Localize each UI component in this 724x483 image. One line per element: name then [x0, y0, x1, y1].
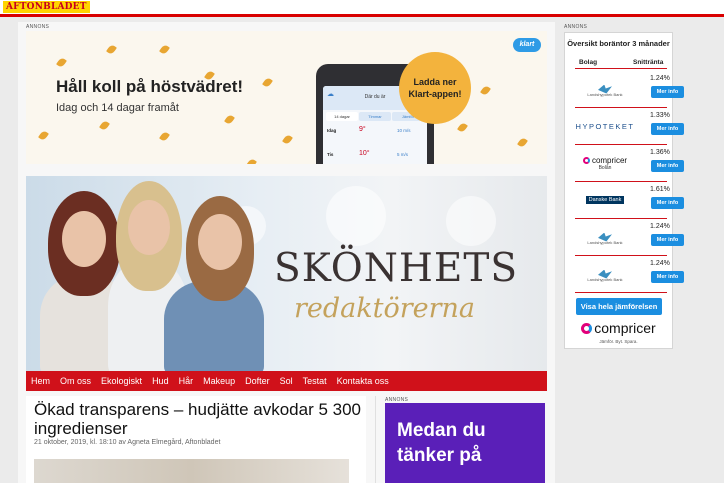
leaf-decoration: [56, 56, 67, 69]
weather-ad-banner[interactable]: Håll koll på höstvädret! Idag och 14 dag…: [26, 31, 547, 164]
rates-col-bank: Bolag: [579, 59, 598, 66]
leaf-decoration: [282, 133, 293, 146]
more-info-button[interactable]: Mer info: [651, 197, 684, 209]
purple-ad[interactable]: Medan du tänker på: [385, 403, 545, 483]
ad-label: ANNONS: [26, 24, 50, 30]
bubble-line: Klart-appen!: [408, 89, 462, 99]
compricer-footer-logo[interactable]: compricer: [565, 320, 672, 336]
phone-row-day: Idag: [327, 128, 337, 133]
rates-header-rule: [575, 68, 667, 69]
nav-item-ekologiskt[interactable]: Ekologiskt: [96, 371, 147, 391]
rate-value: 1.33%: [650, 112, 670, 119]
compricer-icon: [581, 323, 593, 334]
nav-item-hem[interactable]: Hem: [26, 371, 55, 391]
leaf-decoration: [517, 136, 528, 149]
bank-subtitle: Bolån: [598, 164, 612, 171]
bank-logo[interactable]: compricer Bolån: [575, 151, 635, 175]
woman-right-face: [198, 214, 242, 270]
hero-subtitle: redaktörerna: [294, 293, 476, 324]
rate-value: 1.36%: [650, 149, 670, 156]
hero-banner: SKÖNHETS redaktörerna: [26, 176, 547, 371]
bank-logo[interactable]: Danske Bank: [575, 190, 635, 210]
nav-item-har[interactable]: Hår: [174, 371, 199, 391]
nav-item-sol[interactable]: Sol: [275, 371, 298, 391]
klart-logo: klart: [513, 38, 541, 52]
leaf-decoration: [159, 43, 170, 56]
phone-row-temp: 9°: [359, 126, 366, 133]
leaf-decoration: [262, 76, 273, 89]
phone-row-wind: 5 m/s: [397, 152, 409, 157]
column-divider: [375, 396, 376, 483]
nav-item-kontakta-oss[interactable]: Kontakta oss: [332, 371, 394, 391]
leaf-decoration: [38, 129, 49, 142]
bank-logo[interactable]: HYPOTEKET: [575, 116, 635, 136]
purple-ad-line: tänker på: [397, 445, 482, 466]
rate-row: Danske Bank 1.61% Mer info: [575, 182, 684, 219]
compricer-wordmark: compricer: [582, 156, 627, 165]
mortgage-rates-widget: Översikt boräntor 3 månader Bolag Snittr…: [564, 32, 684, 349]
rate-row: Landshypotek Bank 1.24% Mer info: [575, 256, 684, 293]
section-nav: Hem Om oss Ekologiskt Hud Hår Makeup Dof…: [26, 371, 547, 391]
leaf-decoration: [224, 113, 235, 126]
nav-item-hud[interactable]: Hud: [147, 371, 174, 391]
article: Ökad transparens – hudjätte avkodar 5 30…: [26, 396, 366, 483]
rate-row: Landshypotek Bank 1.24% Mer info: [575, 71, 684, 108]
bubble-line: Ladda ner: [413, 77, 457, 87]
more-info-button[interactable]: Mer info: [651, 86, 684, 98]
woman-middle-face: [128, 200, 170, 255]
leaf-decoration: [246, 157, 257, 164]
article-title[interactable]: Ökad transparens – hudjätte avkodar 5 30…: [34, 400, 364, 438]
bank-name: Landshypotek Bank: [587, 92, 623, 97]
rate-value: 1.24%: [650, 75, 670, 82]
rate-row: compricer Bolån 1.36% Mer info: [575, 145, 684, 182]
phone-row-wind: 10 m/s: [397, 128, 411, 133]
rates-col-rate: Snittränta: [633, 59, 664, 66]
article-image: [34, 459, 349, 483]
hero-title: SKÖNHETS: [274, 246, 519, 291]
leaf-decoration: [480, 84, 491, 97]
compricer-icon: [582, 156, 590, 164]
phone-row-temp: 10°: [359, 150, 370, 157]
weather-ad-title: Håll koll på höstvädret!: [56, 77, 244, 96]
rate-value: 1.24%: [650, 223, 670, 230]
leaf-decoration: [159, 130, 170, 143]
show-full-comparison-button[interactable]: Visa hela jämförelsen: [576, 298, 662, 315]
nav-item-makeup[interactable]: Makeup: [198, 371, 240, 391]
more-info-button[interactable]: Mer info: [651, 271, 684, 283]
rate-value: 1.61%: [650, 186, 670, 193]
bank-name: Landshypotek Bank: [587, 240, 623, 245]
rate-value: 1.24%: [650, 260, 670, 267]
rate-row: Landshypotek Bank 1.24% Mer info: [575, 219, 684, 256]
phone-tab: Timmar: [359, 112, 391, 121]
danske-bank-logo: Danske Bank: [585, 196, 625, 204]
purple-ad-line: Medan du: [397, 420, 486, 441]
phone-row-day: Tis: [327, 152, 334, 157]
nav-item-om-oss[interactable]: Om oss: [55, 371, 96, 391]
rate-row: HYPOTEKET 1.33% Mer info: [575, 108, 684, 145]
weather-ad-subtitle: Idag och 14 dagar framåt: [56, 102, 179, 114]
top-red-rule: [0, 14, 724, 17]
rates-title: Översikt boräntor 3 månader: [567, 39, 670, 48]
more-info-button[interactable]: Mer info: [651, 234, 684, 246]
more-info-button[interactable]: Mer info: [651, 160, 684, 172]
nav-item-dofter[interactable]: Dofter: [240, 371, 275, 391]
more-info-button[interactable]: Mer info: [651, 123, 684, 135]
leaf-decoration: [106, 43, 117, 56]
nav-item-testat[interactable]: Testat: [298, 371, 332, 391]
phone-tab: 14 dagar: [326, 112, 358, 121]
leaf-decoration: [99, 119, 110, 132]
bokeh-light: [446, 196, 496, 246]
bokeh-light: [326, 186, 386, 246]
download-app-bubble[interactable]: Ladda ner Klart-appen!: [399, 52, 471, 124]
woman-left-face: [62, 211, 106, 267]
ad-label: ANNONS: [564, 24, 588, 30]
leaf-decoration: [457, 121, 468, 134]
aftonbladet-logo[interactable]: AFTONBLADET: [3, 1, 90, 13]
sun-cloud-icon: ☁: [327, 91, 334, 98]
top-bar: [0, 0, 724, 14]
compricer-tagline: Jämför. Byt. Spara.: [599, 339, 638, 344]
article-meta: 21 oktober, 2019, kl. 18:10 av Agneta El…: [34, 439, 221, 446]
bank-name: Landshypotek Bank: [587, 277, 623, 282]
purple-ad-text: Medan du tänker på: [397, 418, 486, 468]
